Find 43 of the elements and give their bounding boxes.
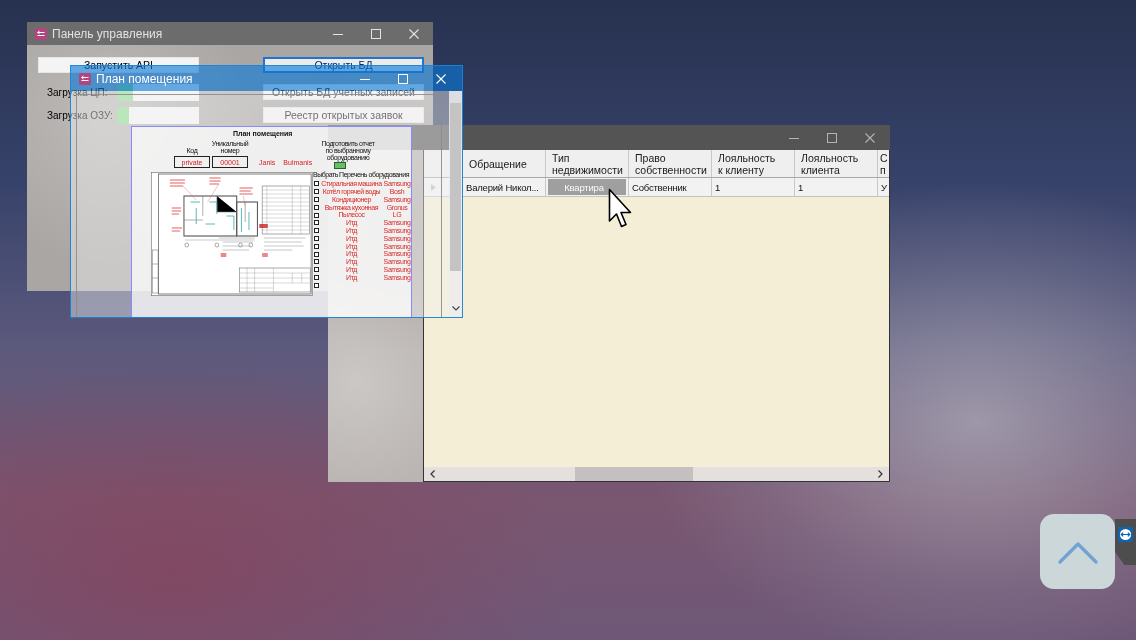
- column-header[interactable]: Лояльность к клиенту: [712, 150, 795, 177]
- chevron-left-icon[interactable]: [430, 470, 435, 478]
- checkbox[interactable]: [314, 251, 319, 257]
- app-icon: [35, 27, 47, 40]
- side-panel-tab[interactable]: [1115, 519, 1136, 565]
- table-cell: Валерий Никол...: [463, 178, 546, 196]
- table-cell: Собственник: [629, 178, 712, 196]
- checkbox[interactable]: [314, 181, 319, 187]
- table-cell: 1: [795, 178, 878, 196]
- checkbox[interactable]: [314, 243, 319, 249]
- checkbox[interactable]: [314, 235, 319, 241]
- checkbox[interactable]: [314, 197, 319, 202]
- checkbox[interactable]: [314, 189, 319, 195]
- checkbox[interactable]: [314, 212, 319, 218]
- panel-button[interactable]: Реестр открытых заявок: [263, 107, 424, 123]
- scrollbar-thumb[interactable]: [575, 467, 693, 481]
- checkbox[interactable]: [314, 204, 319, 210]
- column-header[interactable]: Лояльность клиента: [795, 150, 878, 177]
- close-icon[interactable]: [865, 132, 875, 143]
- checkbox[interactable]: [314, 267, 319, 273]
- checkbox[interactable]: [314, 220, 319, 226]
- double-arrow-icon[interactable]: [1118, 527, 1133, 542]
- checkbox[interactable]: [314, 228, 319, 234]
- table-cell: 1: [712, 178, 795, 196]
- table-row[interactable]: Валерий Никол... Квартира Собственник 1 1 У: [424, 178, 889, 197]
- column-header[interactable]: Обращение: [463, 150, 546, 177]
- chevron-down-icon[interactable]: [451, 306, 460, 311]
- column-header[interactable]: Тип недвижимости: [546, 150, 629, 177]
- horizontal-scrollbar[interactable]: [424, 467, 889, 481]
- checkbox[interactable]: [314, 274, 319, 280]
- vertical-scrollbar[interactable]: [449, 91, 462, 317]
- scrollbar-thumb[interactable]: [450, 103, 461, 271]
- chevron-right-icon[interactable]: [878, 470, 883, 478]
- window-title: План помещения: [96, 71, 193, 86]
- checkbox[interactable]: [314, 282, 319, 288]
- chevron-up-icon: [1057, 541, 1098, 564]
- maximize-icon[interactable]: [827, 132, 837, 143]
- checkbox[interactable]: [314, 259, 319, 265]
- column-header[interactable]: С п: [878, 150, 889, 177]
- column-header[interactable]: Право собственности: [629, 150, 712, 177]
- table-cell-text: У: [880, 180, 888, 195]
- window-title: Панель управления: [52, 26, 163, 41]
- report-button[interactable]: [334, 162, 346, 169]
